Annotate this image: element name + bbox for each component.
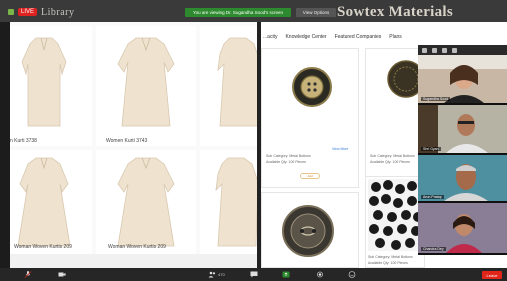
participant-video — [418, 55, 507, 103]
left-product-grid: n Kurti 3738 Women Kurti 3743 Woman Wove… — [10, 22, 257, 268]
left-library-title: Library — [41, 6, 75, 18]
participant-tile[interactable]: Arun Pratap — [418, 155, 507, 201]
chat-icon[interactable] — [250, 271, 258, 278]
main-nav: ...acity Knowledge Center Featured Compa… — [261, 34, 402, 44]
grid-view-icon[interactable] — [422, 47, 427, 53]
add-button[interactable]: Add — [300, 173, 320, 179]
available-qty: Available Qty: 100 Pieces — [266, 160, 306, 164]
product-card[interactable]: Sub Category: Metal Buttons Available Qt… — [365, 176, 425, 268]
product-card[interactable]: n Kurti 3738 — [10, 26, 92, 146]
product-card[interactable] — [200, 150, 257, 254]
expand-icon[interactable] — [452, 47, 457, 53]
kurti-image — [217, 37, 257, 127]
participant-video — [418, 203, 507, 253]
participants-icon[interactable] — [208, 271, 216, 278]
participant-name: Shri Gyan — [421, 147, 441, 151]
product-label: Woman Woven Kurtis 209 — [108, 244, 166, 250]
screen: LIVE Library You are viewing Dr. Sugandh… — [0, 0, 507, 281]
product-card[interactable]: Sub Category: Metal Buttons Available Qt… — [365, 48, 425, 188]
participant-tile[interactable]: Shri Gyan — [418, 105, 507, 153]
left-footer-bar — [10, 254, 257, 268]
record-icon[interactable] — [316, 271, 324, 278]
product-label: n Kurti 3738 — [10, 138, 37, 144]
view-options-button[interactable]: View Options — [296, 8, 336, 17]
kurti-image — [117, 37, 175, 127]
nav-item-knowledge-center[interactable]: Knowledge Center — [285, 34, 326, 44]
kurti-image — [21, 37, 67, 127]
minimize-icon[interactable] — [442, 47, 447, 53]
reactions-icon[interactable] — [348, 271, 356, 278]
participants-count: 470 — [218, 272, 225, 277]
product-card[interactable]: Woman Woven Kurtis 209 — [10, 150, 92, 254]
speaker-view-icon[interactable] — [432, 47, 437, 53]
meeting-controls-bar: 470 Leave — [0, 268, 507, 281]
participant-name: Chandra Dey — [421, 247, 446, 251]
button-image — [282, 205, 334, 257]
product-card[interactable]: Women Kurti 3743 — [96, 26, 196, 146]
nav-item[interactable]: ...acity — [263, 34, 277, 44]
product-card[interactable]: Sub Category: Metal Buttons Available Qt… — [261, 48, 359, 188]
nav-item-featured-companies[interactable]: Featured Companies — [335, 34, 382, 44]
button-pile-image — [368, 179, 424, 251]
live-badge: LIVE — [18, 8, 38, 16]
sub-category: Sub Category: Metal Buttons — [368, 255, 413, 259]
microphone-icon[interactable] — [24, 271, 32, 278]
sub-category: Sub Category: Metal Buttons — [370, 154, 415, 158]
video-camera-icon[interactable] — [58, 271, 66, 278]
view-more-link[interactable]: View More — [332, 147, 348, 151]
top-banner: LIVE Library You are viewing Dr. Sugandh… — [0, 0, 507, 37]
leave-button[interactable]: Leave — [482, 271, 502, 279]
video-gallery-panel: Sugandha Sood Shri Gyan Arun Pratap Chan… — [418, 45, 507, 255]
gallery-toolbar — [418, 45, 507, 55]
available-qty: Available Qty: 100 Pieces — [368, 261, 408, 265]
nav-item-plans[interactable]: Plans — [389, 34, 402, 44]
participant-name: Arun Pratap — [421, 195, 444, 199]
product-card[interactable] — [200, 26, 257, 146]
product-label: Woman Woven Kurtis 209 — [14, 244, 72, 250]
button-image — [292, 67, 332, 107]
left-banner-group: LIVE Library — [8, 5, 75, 19]
kurti-image — [17, 157, 71, 247]
kurti-image — [117, 157, 175, 247]
product-card[interactable]: Woman Woven Kurtis 209 — [96, 150, 196, 254]
available-qty: Available Qty: 100 Pieces — [370, 160, 410, 164]
participant-video — [418, 105, 507, 153]
product-card[interactable] — [261, 192, 359, 268]
app-icon — [8, 9, 14, 15]
participant-name: Sugandha Sood — [421, 97, 451, 101]
participant-tile[interactable]: Chandra Dey — [418, 203, 507, 253]
share-screen-icon[interactable] — [282, 271, 290, 278]
screen-share-notice: You are viewing Dr. Sugandha Sood's scre… — [185, 8, 291, 17]
product-label: Women Kurti 3743 — [106, 138, 148, 144]
participant-tile[interactable]: Sugandha Sood — [418, 55, 507, 103]
kurti-image — [215, 157, 257, 247]
sub-category: Sub Category: Metal Buttons — [266, 154, 311, 158]
